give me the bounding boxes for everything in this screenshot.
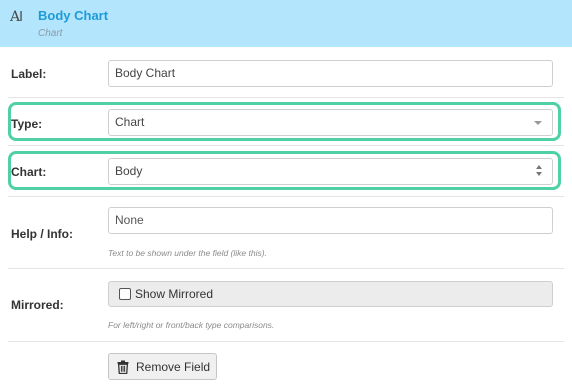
type-select[interactable]: Chart <box>108 109 553 136</box>
help-field-label: Help / Info: <box>11 227 73 241</box>
divider <box>8 97 564 98</box>
field-title: Body Chart <box>38 8 109 23</box>
chart-field-label: Chart: <box>11 165 47 179</box>
updown-arrows-icon <box>535 164 545 178</box>
divider <box>8 268 564 269</box>
mirrored-checkbox-label[interactable]: Show Mirrored <box>135 287 213 301</box>
chart-select[interactable]: Body <box>108 158 553 185</box>
field-header: AI Body Chart Chart <box>0 0 572 47</box>
mirrored-hint: For left/right or front/back type compar… <box>108 320 275 330</box>
text-field-icon: AI <box>10 9 23 25</box>
mirrored-option[interactable]: Show Mirrored <box>108 281 553 307</box>
chart-select-value: Body <box>115 164 143 178</box>
label-input[interactable]: Body Chart <box>108 60 553 87</box>
remove-field-button[interactable]: Remove Field <box>108 353 217 380</box>
caret-down-icon <box>534 121 542 125</box>
help-input[interactable]: None <box>108 207 553 234</box>
remove-field-label: Remove Field <box>136 360 211 374</box>
divider <box>8 145 564 146</box>
trash-icon <box>117 360 129 374</box>
divider <box>8 341 564 342</box>
divider <box>8 196 564 197</box>
label-field-label: Label: <box>11 67 47 81</box>
type-field-label: Type: <box>11 117 43 131</box>
mirrored-checkbox[interactable] <box>119 288 131 300</box>
type-select-value: Chart <box>115 115 145 129</box>
field-subtitle: Chart <box>38 28 63 39</box>
help-hint: Text to be shown under the field (like t… <box>108 248 267 258</box>
mirrored-field-label: Mirrored: <box>11 298 64 312</box>
